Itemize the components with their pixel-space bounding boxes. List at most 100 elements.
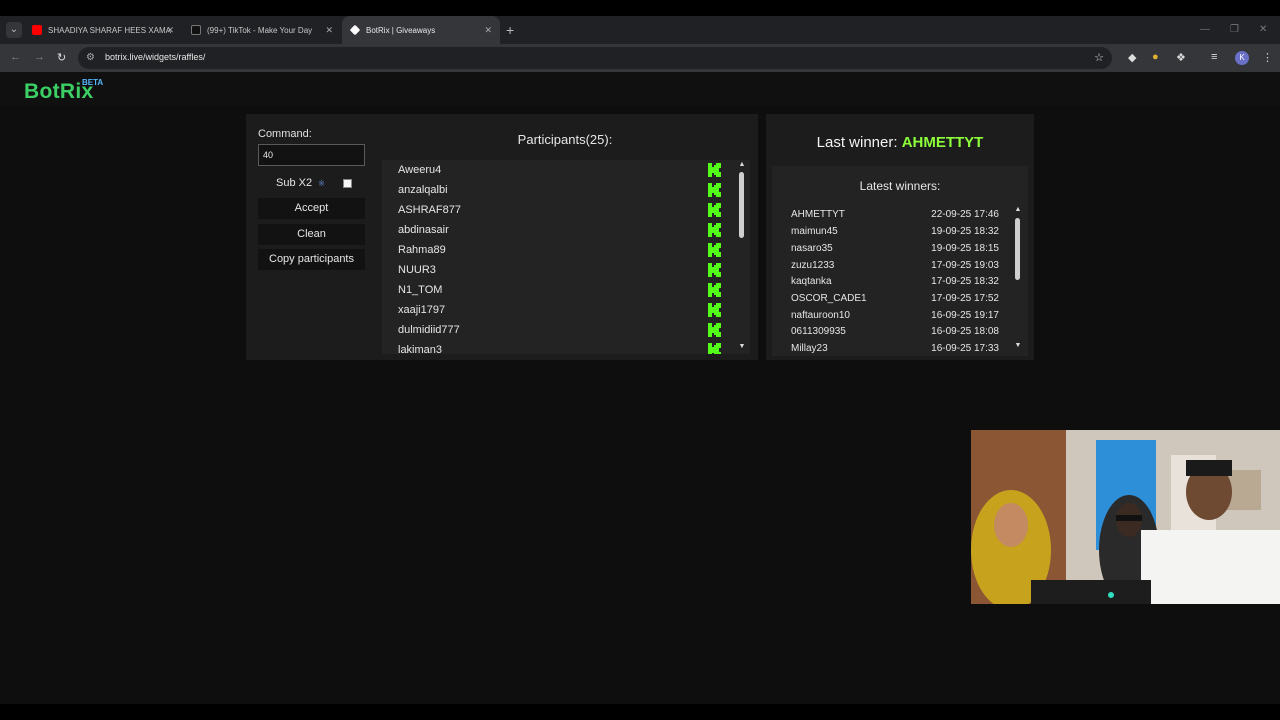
participant-row[interactable]: Aweeru4	[382, 160, 722, 180]
participants-scrollbar[interactable]: ▲ ▼	[738, 160, 746, 354]
winner-row: OSCOR_CADE1 17-09-25 17:52	[791, 293, 1001, 310]
scroll-thumb[interactable]	[1015, 218, 1020, 280]
participant-row[interactable]: abdinasair	[382, 220, 722, 240]
profile-avatar[interactable]: K	[1235, 51, 1249, 65]
extensions-puzzle-icon[interactable]: ❖	[1176, 51, 1186, 64]
browser-toolbar: ← → ↻ ⚙ botrix.live/widgets/raffles/ ☆ ◆…	[0, 44, 1280, 72]
participant-row[interactable]: NUUR3	[382, 260, 722, 280]
winner-row: nasaro35 19-09-25 18:15	[791, 243, 1001, 260]
winner-date: 17-09-25 19:03	[931, 260, 999, 271]
winner-date: 17-09-25 17:52	[931, 293, 999, 304]
participant-row[interactable]: N1_TOM	[382, 280, 722, 300]
clean-button[interactable]: Clean	[258, 224, 365, 245]
kick-icon	[708, 183, 721, 197]
forward-icon[interactable]: →	[34, 51, 45, 63]
winner-name: zuzu1233	[791, 260, 835, 271]
kick-icon	[708, 343, 721, 354]
winner-name: AHMETTYT	[791, 209, 845, 220]
site-info-icon[interactable]: ⚙	[86, 52, 95, 63]
close-tab-icon[interactable]: ✕	[325, 25, 333, 36]
participant-name: Aweeru4	[398, 164, 442, 176]
tab-botrix[interactable]: BotRix | Giveaways ✕	[342, 16, 500, 44]
scroll-thumb[interactable]	[739, 172, 744, 238]
sub-x2-row: Sub X2 ※	[276, 177, 325, 189]
winner-date: 16-09-25 19:17	[931, 310, 999, 321]
browser-tab-bar: ⌄ SHAADIYA SHARAF HEES XAMA ✕ (99+) TikT…	[0, 16, 1280, 44]
winner-row: kaqtanka 17-09-25 18:32	[791, 276, 1001, 293]
kick-icon	[708, 323, 721, 337]
copy-participants-button[interactable]: Copy participants	[258, 249, 365, 270]
url-text[interactable]: botrix.live/widgets/raffles/	[105, 52, 205, 62]
winners-panel: Last winner: AHMETTYT Latest winners: AH…	[766, 114, 1034, 360]
browser-menu-icon[interactable]: ⋮	[1262, 51, 1273, 64]
last-winner-label: Last winner:	[816, 134, 898, 151]
close-tab-icon[interactable]: ✕	[484, 25, 492, 36]
bottom-letterbox	[0, 704, 1280, 720]
media-queue-icon[interactable]: ≡	[1211, 51, 1217, 63]
participant-row[interactable]: lakiman3	[382, 340, 722, 354]
participant-name: NUUR3	[398, 264, 436, 276]
botrix-favicon-icon	[349, 24, 361, 36]
winner-name: naftauroon10	[791, 310, 850, 321]
minimize-icon[interactable]: —	[1200, 24, 1210, 35]
scroll-up-icon[interactable]: ▲	[1014, 206, 1022, 213]
participant-name: Rahma89	[398, 244, 446, 256]
new-tab-icon[interactable]: +	[506, 22, 514, 38]
winner-row: maimun45 19-09-25 18:32	[791, 226, 1001, 243]
winner-name: kaqtanka	[791, 276, 832, 287]
kick-icon	[708, 243, 721, 257]
participant-name: dulmidiid777	[398, 324, 460, 336]
winner-row: zuzu1233 17-09-25 19:03	[791, 260, 1001, 277]
tab-tiktok[interactable]: (99+) TikTok - Make Your Day ✕	[183, 16, 341, 44]
sub-x2-checkbox[interactable]	[343, 179, 352, 188]
tab-youtube[interactable]: SHAADIYA SHARAF HEES XAMA ✕	[24, 16, 182, 44]
window-close-icon[interactable]: ✕	[1259, 24, 1267, 35]
winner-row: Millay23 16-09-25 17:33	[791, 343, 1001, 356]
participant-name: abdinasair	[398, 224, 449, 236]
participant-row[interactable]: xaaji1797	[382, 300, 722, 320]
scroll-down-icon[interactable]: ▼	[738, 343, 746, 350]
winner-row: naftauroon10 16-09-25 19:17	[791, 310, 1001, 327]
kick-icon	[708, 223, 721, 237]
tab-search-menu-icon[interactable]: ⌄	[6, 22, 22, 38]
participant-name: ASHRAF877	[398, 204, 461, 216]
info-marker-icon: ※	[318, 179, 325, 188]
address-bar[interactable]: ⚙ botrix.live/widgets/raffles/ ☆	[78, 47, 1112, 69]
close-tab-icon[interactable]: ✕	[166, 25, 174, 36]
kick-icon	[708, 283, 721, 297]
accept-button[interactable]: Accept	[258, 198, 365, 219]
winner-date: 19-09-25 18:32	[931, 226, 999, 237]
extension-coin-icon[interactable]: ●	[1152, 51, 1159, 63]
participant-row[interactable]: Rahma89	[382, 240, 722, 260]
reload-icon[interactable]: ↻	[57, 51, 66, 64]
participant-row[interactable]: ASHRAF877	[382, 200, 722, 220]
webcam-overlay	[971, 430, 1280, 604]
scroll-up-icon[interactable]: ▲	[738, 161, 746, 168]
beta-badge: BETA	[82, 78, 104, 87]
winner-date: 19-09-25 18:15	[931, 243, 999, 254]
participants-title: Participants(25):	[517, 132, 613, 147]
participant-row[interactable]: dulmidiid777	[382, 320, 722, 340]
winners-scrollbar[interactable]: ▲ ▼	[1014, 206, 1022, 352]
extension-diamond-icon[interactable]: ◆	[1128, 51, 1136, 64]
participant-name: lakiman3	[398, 344, 443, 354]
winner-name: 0611309935	[791, 326, 846, 337]
participant-name: N1_TOM	[398, 284, 443, 296]
participant-row[interactable]: anzalqalbi	[382, 180, 722, 200]
latest-winners-box[interactable]: Latest winners: AHMETTYT 22-09-25 17:46 …	[772, 166, 1028, 356]
participants-list[interactable]: Aweeru4 anzalqalbi ASHRAF877 abdinasair …	[382, 160, 750, 354]
latest-winners-title: Latest winners:	[859, 179, 941, 193]
command-input[interactable]: 40	[258, 144, 365, 166]
winner-name: maimun45	[791, 226, 838, 237]
back-icon[interactable]: ←	[10, 51, 21, 63]
restore-icon[interactable]: ❐	[1230, 24, 1239, 35]
scroll-down-icon[interactable]: ▼	[1014, 342, 1022, 349]
last-winner-name: AHMETTYT	[901, 134, 984, 151]
raffle-panel: Command: 40 Sub X2 ※ Accept Clean Copy pa…	[246, 114, 758, 360]
kick-icon	[708, 303, 721, 317]
sub-x2-label: Sub X2	[276, 177, 313, 189]
winner-name: nasaro35	[791, 243, 833, 254]
bookmark-star-icon[interactable]: ☆	[1094, 51, 1104, 64]
youtube-icon	[32, 25, 42, 35]
winner-date: 22-09-25 17:46	[931, 209, 999, 220]
